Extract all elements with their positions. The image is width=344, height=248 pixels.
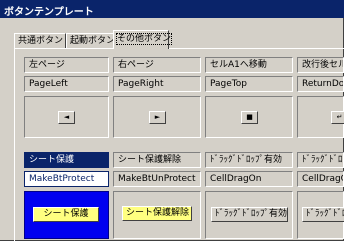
drag-drop-on-button[interactable]: ﾄﾞﾗｯｸﾞﾄﾞﾛｯﾌﾟ有効 [211, 207, 288, 222]
cell-text: MakeBtProtect [29, 174, 95, 184]
button-area-unprotect: シート保護解除 [113, 191, 201, 239]
cell-macro-page-right[interactable]: PageRight [113, 76, 201, 92]
cell-macro-page-left[interactable]: PageLeft [24, 76, 109, 92]
cell-text: ﾄﾞﾗｯｸﾞﾄﾞﾛｯﾌﾟ有効 [210, 155, 283, 165]
return-down-button[interactable]: ↵ [331, 111, 344, 124]
tab-label: 起動ボタン [70, 36, 116, 46]
page-top-button[interactable]: ■ [241, 111, 258, 124]
cell-text: ﾄﾞﾗｯｸﾞﾄﾞﾛｯﾌﾟ [302, 155, 343, 165]
cell-text: PageRight [118, 79, 164, 89]
cell-macro-unprotect[interactable]: MakeBtUnProtect [113, 171, 201, 187]
cell-macro-drag-on[interactable]: CellDragOn [205, 171, 293, 187]
sheet-unprotect-button[interactable]: シート保護解除 [122, 206, 192, 221]
cell-title-return-down[interactable]: 改行後セル [297, 57, 344, 73]
cell-title-drag-off[interactable]: ﾄﾞﾗｯｸﾞﾄﾞﾛｯﾌﾟ [297, 152, 344, 168]
arrow-right-icon: ► [154, 113, 161, 121]
cell-title-drag-on[interactable]: ﾄﾞﾗｯｸﾞﾄﾞﾛｯﾌﾟ有効 [205, 152, 293, 168]
cell-text: MakeBtUnProtect [118, 174, 196, 184]
tab-launch-buttons[interactable]: 起動ボタン [66, 33, 116, 48]
page-left-button[interactable]: ◄ [58, 111, 75, 124]
square-stop-icon: ■ [246, 113, 253, 121]
title-bar[interactable]: ボタンテンプレート [0, 0, 344, 18]
cell-macro-return-down[interactable]: ReturnDow [297, 76, 344, 92]
cell-text: 右ページ [118, 60, 154, 70]
cell-text: ReturnDow [302, 79, 344, 89]
button-area-drag-on: ﾄﾞﾗｯｸﾞﾄﾞﾛｯﾌﾟ有効 [205, 191, 293, 239]
cell-macro-protect[interactable]: MakeBtProtect [24, 171, 109, 187]
cell-text: CellDragOf [302, 174, 343, 184]
drag-drop-off-button[interactable]: ﾄﾞﾗｯｸﾞﾄﾞﾛｯﾌ [302, 207, 344, 222]
arrow-left-icon: ◄ [63, 113, 70, 121]
cell-text: CellDragOn [210, 174, 262, 184]
cell-text: セルA1へ移動 [210, 60, 267, 70]
button-area-page-top: ■ [205, 96, 293, 138]
cell-text: PageLeft [29, 79, 68, 89]
tab-label: 共通ボタン [18, 36, 64, 46]
button-label: シート保護 [43, 209, 89, 219]
window-title: ボタンテンプレート [4, 7, 94, 18]
cell-title-page-top[interactable]: セルA1へ移動 [205, 57, 293, 73]
cell-text: PageTop [210, 79, 247, 89]
button-area-drag-off: ﾄﾞﾗｯｸﾞﾄﾞﾛｯﾌ [297, 191, 344, 239]
cell-text: 改行後セル [302, 60, 344, 70]
cell-title-unprotect[interactable]: シート保護解除 [113, 152, 201, 168]
button-area-protect: シート保護 [24, 191, 109, 239]
sheet-protect-button[interactable]: シート保護 [33, 207, 99, 222]
cell-text: シート保護解除 [118, 155, 182, 165]
page-right-button[interactable]: ► [149, 111, 166, 124]
button-label: ﾄﾞﾗｯｸﾞﾄﾞﾛｯﾌ [306, 209, 344, 219]
cell-title-protect[interactable]: シート保護 [24, 152, 109, 168]
button-label: ﾄﾞﾗｯｸﾞﾄﾞﾛｯﾌﾟ有効 [215, 209, 288, 219]
cell-text: 左ページ [29, 60, 65, 70]
return-down-icon: ↵ [336, 113, 343, 121]
cell-text: シート保護 [29, 155, 75, 165]
button-area-return-down: ↵ [297, 96, 344, 138]
tab-label: その他ボタン [115, 33, 173, 45]
tab-common-buttons[interactable]: 共通ボタン [14, 33, 66, 48]
button-label: シート保護解除 [126, 208, 190, 218]
cell-macro-drag-off[interactable]: CellDragOf [297, 171, 344, 187]
cell-title-page-right[interactable]: 右ページ [113, 57, 201, 73]
tab-other-buttons[interactable]: その他ボタン [113, 30, 173, 49]
dialog-window: ボタンテンプレート 共通ボタン 起動ボタン その他ボタン 左ページ 右ページ セ… [0, 0, 344, 248]
cell-title-page-left[interactable]: 左ページ [24, 57, 109, 73]
cell-macro-page-top[interactable]: PageTop [205, 76, 293, 92]
button-area-page-right: ► [113, 96, 201, 138]
button-area-page-left: ◄ [24, 96, 109, 138]
